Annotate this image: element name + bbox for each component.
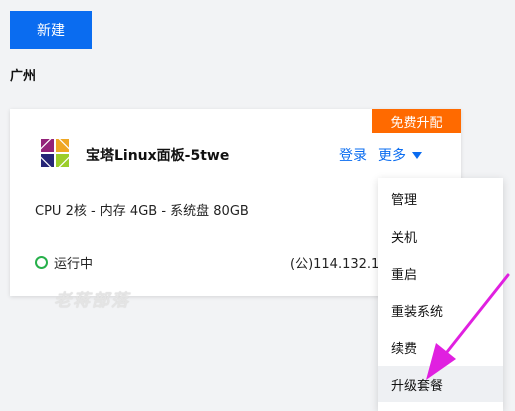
menu-item-reinstall[interactable]: 重装系统 — [378, 292, 503, 328]
menu-item-upgrade[interactable]: 升级套餐 — [378, 366, 503, 402]
free-upgrade-badge[interactable]: 免费升配 — [372, 109, 461, 133]
status-indicator: 运行中 — [35, 253, 93, 272]
new-button[interactable]: 新建 — [10, 11, 92, 49]
menu-item-renew[interactable]: 续费 — [378, 329, 503, 365]
centos-logo-icon — [37, 135, 73, 171]
public-ip: (公)114.132.1 — [290, 257, 380, 272]
region-label: 广州 — [10, 69, 37, 84]
menu-item-manage[interactable]: 管理 — [378, 180, 503, 216]
watermark: 老蒋部落 — [54, 291, 130, 311]
status-text: 运行中 — [54, 257, 94, 272]
instance-name[interactable]: 宝塔Linux面板-5twe — [86, 145, 229, 165]
caret-down-icon — [412, 151, 422, 159]
more-menu: 管理 关机 重启 重装系统 续费 升级套餐 — [378, 178, 503, 411]
login-link[interactable]: 登录 — [339, 145, 367, 165]
instance-spec: CPU 2核 - 内存 4GB - 系统盘 80GB — [35, 204, 249, 219]
menu-item-restart[interactable]: 重启 — [378, 255, 503, 291]
more-dropdown[interactable]: 更多 — [378, 145, 422, 165]
running-status-icon — [35, 256, 48, 269]
more-label: 更多 — [378, 148, 406, 164]
menu-item-shutdown[interactable]: 关机 — [378, 218, 503, 254]
